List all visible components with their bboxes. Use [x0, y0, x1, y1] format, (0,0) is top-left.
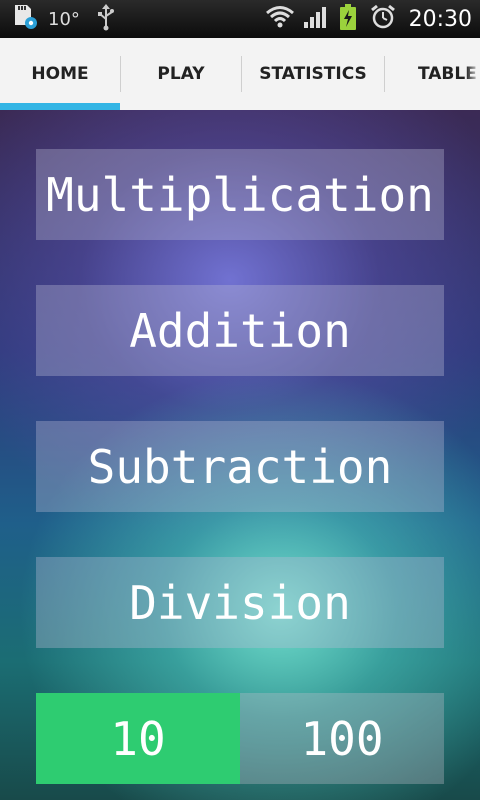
range-100-button[interactable]: 100	[240, 693, 444, 784]
wifi-icon	[265, 4, 295, 34]
subtraction-button[interactable]: Subtraction	[36, 421, 444, 512]
clock-time: 20:30	[408, 6, 472, 32]
addition-button[interactable]: Addition	[36, 285, 444, 376]
battery-charging-icon	[339, 3, 357, 35]
sd-card-settings-icon	[10, 3, 40, 35]
temperature-text: 10°	[48, 8, 80, 30]
alarm-icon	[369, 3, 397, 35]
status-bar: 10° 20:30	[0, 0, 480, 38]
signal-icon	[303, 4, 329, 34]
app-screen: 10° 20:30 HOME PLAY STATISTICS TABLE Mul…	[0, 0, 480, 800]
tab-scroll-fade	[466, 38, 480, 110]
status-bar-right: 20:30	[265, 3, 472, 35]
usb-icon	[96, 3, 116, 35]
tab-play[interactable]: PLAY	[121, 38, 241, 110]
tab-bar: HOME PLAY STATISTICS TABLE	[0, 38, 480, 112]
selected-tab-indicator	[0, 103, 120, 110]
status-bar-left: 10°	[10, 3, 116, 35]
division-button[interactable]: Division	[36, 557, 444, 648]
multiplication-button[interactable]: Multiplication	[36, 149, 444, 240]
range-toggle: 10 100	[36, 693, 444, 784]
home-content: Multiplication Addition Subtraction Divi…	[0, 110, 480, 800]
tab-home[interactable]: HOME	[0, 38, 120, 110]
range-10-button[interactable]: 10	[36, 693, 240, 784]
tab-statistics[interactable]: STATISTICS	[242, 38, 384, 110]
